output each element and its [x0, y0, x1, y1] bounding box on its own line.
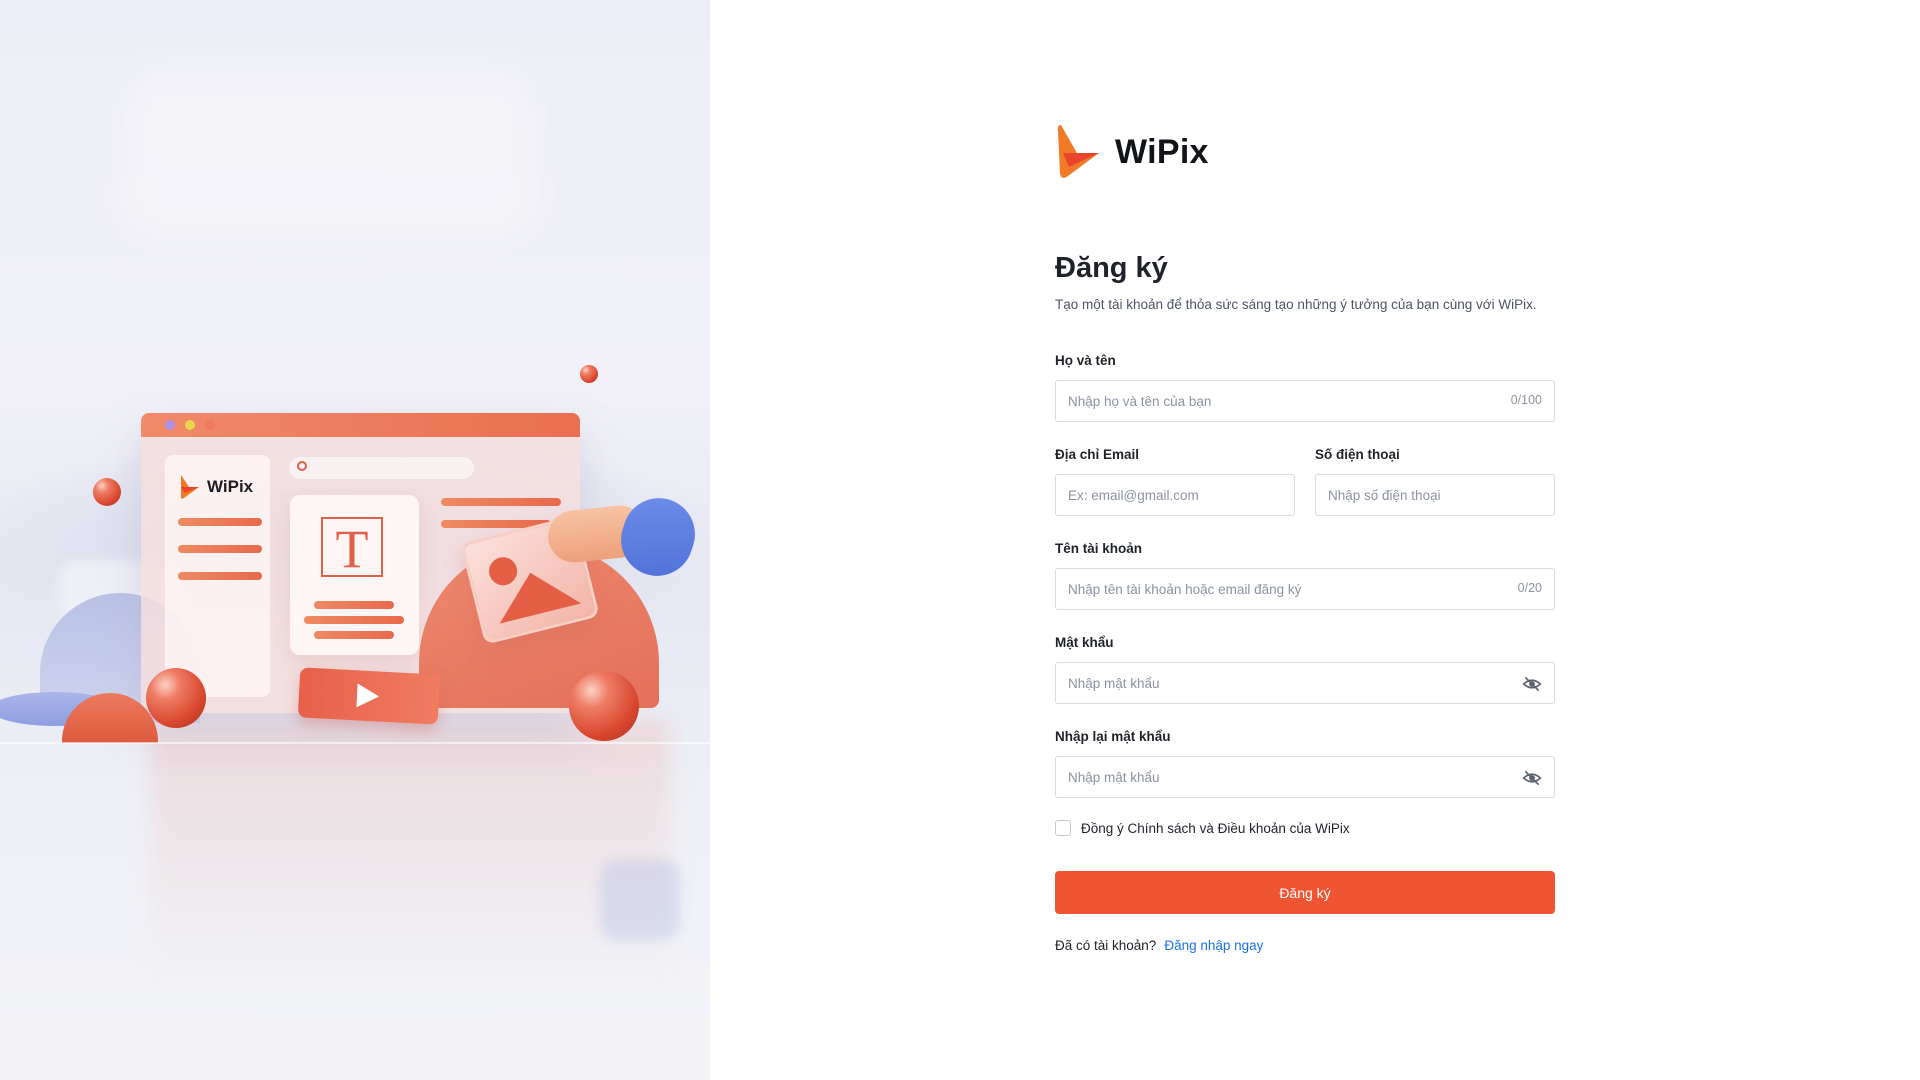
doc-line	[314, 631, 394, 639]
orange-sphere	[93, 478, 121, 506]
login-prompt-row: Đã có tài khoản? Đăng nhập ngay	[1055, 938, 1263, 953]
play-icon	[356, 683, 380, 709]
video-card	[297, 667, 441, 725]
full-name-input[interactable]	[1068, 381, 1496, 421]
floor-reflection	[150, 720, 670, 980]
menu-line	[178, 545, 262, 553]
full-name-counter: 0/100	[1510, 393, 1542, 407]
terms-checkbox[interactable]	[1055, 820, 1071, 836]
login-prompt-text: Đã có tài khoản?	[1055, 938, 1157, 953]
text-document-card: T	[290, 495, 419, 655]
password-label: Mật khẩu	[1055, 635, 1114, 650]
username-input[interactable]	[1068, 569, 1496, 609]
brand-name: WiPix	[1115, 132, 1209, 171]
menu-line	[178, 572, 262, 580]
username-label: Tên tài khoản	[1055, 541, 1143, 556]
terms-label[interactable]: Đồng ý Chính sách và Điều khoản của WiPi…	[1081, 821, 1350, 836]
content-line	[441, 498, 561, 506]
email-input[interactable]	[1068, 475, 1283, 515]
hero-logo-text: WiPix	[207, 477, 254, 496]
password-label-wrap: Mật khẩu	[1055, 634, 1114, 652]
wipix-logo-icon	[1057, 125, 1099, 178]
signup-button[interactable]: Đăng ký	[1055, 871, 1555, 914]
page-title: Đăng ký	[1055, 252, 1168, 284]
confirm-password-label-wrap: Nhập lại mật khẩu	[1055, 728, 1171, 746]
illustration-search-bar	[289, 457, 474, 479]
orange-sphere	[146, 668, 206, 728]
email-field	[1055, 474, 1295, 516]
username-label-wrap: Tên tài khoản	[1055, 540, 1142, 558]
browser-window-illustration: WiPix T	[141, 413, 659, 725]
hero-illustration: WiPix T	[0, 0, 710, 1080]
eye-off-icon[interactable]	[1522, 674, 1542, 694]
background-glow	[120, 60, 540, 240]
text-tool-icon: T	[321, 517, 383, 577]
username-counter: 0/20	[1517, 581, 1542, 595]
doc-line	[304, 616, 404, 624]
email-label-wrap: Địa chỉ Email	[1055, 446, 1139, 464]
login-link[interactable]: Đăng nhập ngay	[1164, 938, 1263, 953]
window-dot	[185, 420, 195, 430]
window-dot	[165, 420, 175, 430]
eye-off-icon[interactable]	[1522, 768, 1542, 788]
confirm-password-field	[1055, 756, 1555, 798]
username-field: 0/20	[1055, 568, 1555, 610]
wipix-logo-icon	[181, 475, 199, 499]
orange-sphere	[569, 671, 639, 741]
phone-label: Số điện thoại	[1315, 447, 1400, 462]
brand-header: WiPix	[1055, 123, 1555, 181]
floor-line	[0, 742, 710, 744]
confirm-password-input[interactable]	[1068, 757, 1496, 797]
search-icon	[297, 461, 307, 471]
browser-title-bar	[141, 413, 580, 437]
password-input[interactable]	[1068, 663, 1496, 703]
password-field	[1055, 662, 1555, 704]
confirm-password-label: Nhập lại mật khẩu	[1055, 729, 1171, 744]
full-name-label-wrap: Họ và tên	[1055, 352, 1116, 370]
phone-input[interactable]	[1328, 475, 1543, 515]
menu-line	[178, 518, 262, 526]
email-label: Địa chỉ Email	[1055, 447, 1140, 462]
phone-field	[1315, 474, 1555, 516]
doc-line	[314, 601, 394, 609]
hero-logo: WiPix	[177, 473, 253, 501]
signup-panel: WiPix Đăng ký Tạo một tài khoản để thỏa …	[1055, 123, 1555, 314]
phone-label-wrap: Số điện thoại	[1315, 446, 1400, 464]
page-subtitle: Tạo một tài khoản để thỏa sức sáng tạo n…	[1055, 297, 1537, 312]
full-name-field: 0/100	[1055, 380, 1555, 422]
terms-agreement: Đồng ý Chính sách và Điều khoản của WiPi…	[1055, 820, 1350, 836]
window-dot	[205, 420, 215, 430]
orange-sphere	[580, 365, 598, 383]
full-name-label: Họ và tên	[1055, 353, 1116, 368]
